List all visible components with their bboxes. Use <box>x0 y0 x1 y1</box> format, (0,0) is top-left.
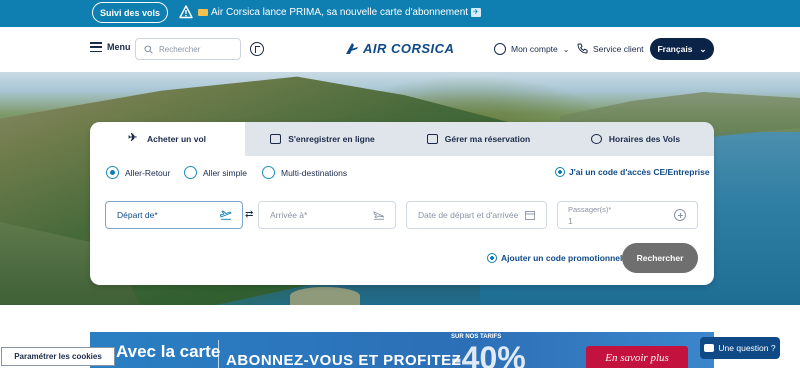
calendar-icon <box>525 211 535 220</box>
calendar-icon <box>426 134 438 144</box>
add-passenger-icon[interactable] <box>674 209 686 221</box>
logo-mark-icon <box>346 43 358 54</box>
access-code-link[interactable]: J'ai un code d'accès CE/Entreprise <box>555 167 710 177</box>
trip-round-trip[interactable]: Aller-Retour <box>106 166 170 179</box>
tab-flight-schedules[interactable]: Horaires des Vols <box>557 122 714 156</box>
promo-label: Ajouter un code promotionnel <box>501 253 623 263</box>
arrival-field[interactable]: Arrivée à* <box>258 201 396 229</box>
tab-label: Acheter un vol <box>146 134 207 144</box>
user-icon <box>494 43 506 55</box>
cookie-settings-button[interactable]: Paramétrer les cookies <box>1 347 115 366</box>
booking-panel: Acheter un vol S'enregistrer en ligne Gé… <box>90 122 714 285</box>
chat-icon <box>704 344 715 352</box>
search-placeholder: Rechercher <box>159 44 201 54</box>
banner-divider <box>218 340 219 368</box>
account-menu[interactable]: Mon compte ⌄ <box>494 43 569 55</box>
flight-tracking-button[interactable]: Suivi des vols <box>92 2 168 23</box>
warning-icon <box>179 5 193 19</box>
site-header: Menu Rechercher AIR CORSICA Mon compte ⌄… <box>0 27 800 72</box>
language-selector[interactable]: Français ⌄ <box>650 38 714 60</box>
announcement-text: Air Corsica lance PRIMA, sa nouvelle car… <box>211 7 469 18</box>
radio-icon <box>184 166 197 179</box>
banner-headline: ABONNEZ-VOUS ET PROFITEZ <box>226 352 462 368</box>
clock-icon <box>590 134 602 144</box>
booking-tabs: Acheter un vol S'enregistrer en ligne Gé… <box>90 122 714 156</box>
trip-one-way[interactable]: Aller simple <box>184 166 247 179</box>
banner-percent: -40% <box>451 340 526 368</box>
account-label: Mon compte <box>511 44 558 54</box>
card-icon <box>198 8 208 16</box>
tab-check-in[interactable]: S'enregistrer en ligne <box>245 122 400 156</box>
access-code-label: J'ai un code d'accès CE/Entreprise <box>569 167 710 177</box>
radio-icon <box>262 166 275 179</box>
departure-placeholder: Départ de* <box>117 210 158 220</box>
customer-service-link[interactable]: Service client <box>577 43 644 54</box>
arrival-placeholder: Arrivée à* <box>270 210 308 220</box>
passengers-value: 1 <box>568 216 573 226</box>
language-label: Français <box>657 44 693 54</box>
hero-rock <box>290 287 360 305</box>
tab-label: S'enregistrer en ligne <box>288 134 375 144</box>
phone-icon <box>577 43 588 54</box>
air-corsica-logo[interactable]: AIR CORSICA <box>345 41 454 56</box>
banner-text-left: Avec la carte <box>116 342 221 361</box>
tab-manage-booking[interactable]: Gérer ma réservation <box>400 122 557 156</box>
service-label: Service client <box>593 43 644 54</box>
question-label: Une question ? <box>718 343 776 353</box>
search-input[interactable]: Rechercher <box>135 38 241 60</box>
trip-multi-destination[interactable]: Multi-destinations <box>262 166 347 179</box>
menu-button[interactable]: Menu <box>90 42 131 52</box>
airplane-icon: ✈ <box>471 7 482 17</box>
chevron-down-icon: ⌄ <box>562 44 570 54</box>
tab-label: Horaires des Vols <box>608 134 681 144</box>
dates-field[interactable]: Date de départ et d'arrivée <box>406 201 547 229</box>
ticket-icon <box>270 134 282 144</box>
landing-icon <box>373 211 385 220</box>
radio-checked-icon <box>106 166 119 179</box>
plus-circle-icon <box>487 253 497 263</box>
learn-more-button[interactable]: En savoir plus <box>586 346 688 368</box>
announcement-bar: Suivi des vols Air Corsica lance PRIMA, … <box>0 0 800 27</box>
airplane-icon <box>128 131 140 144</box>
chevron-down-icon: ⌄ <box>699 43 707 54</box>
takeoff-icon <box>220 210 232 220</box>
promo-code-link[interactable]: Ajouter un code promotionnel <box>487 253 622 263</box>
tab-label: Gérer ma réservation <box>444 134 531 144</box>
hamburger-icon <box>90 42 102 52</box>
menu-label: Menu <box>107 42 131 52</box>
announcement-link[interactable]: Air Corsica lance PRIMA, sa nouvelle car… <box>198 7 482 18</box>
logo-text: AIR CORSICA <box>363 41 455 56</box>
trip-label: Multi-destinations <box>281 167 348 178</box>
tab-buy-flight[interactable]: Acheter un vol <box>90 122 245 156</box>
passengers-label: Passager(s)* <box>568 205 612 214</box>
trip-label: Aller simple <box>203 167 247 178</box>
search-icon <box>144 44 153 54</box>
search-flights-button[interactable]: Rechercher <box>622 243 698 273</box>
chat-question-button[interactable]: Une question ? <box>700 337 780 359</box>
dates-placeholder: Date de départ et d'arrivée <box>418 210 519 220</box>
departure-field[interactable]: Départ de* <box>105 201 243 229</box>
trip-label: Aller-Retour <box>125 167 171 178</box>
swap-icon[interactable]: ⇄ <box>245 209 253 220</box>
plus-circle-icon <box>555 167 565 177</box>
promo-banner[interactable]: Avec la carte ABONNEZ-VOUS ET PROFITEZ S… <box>90 332 714 368</box>
accessibility-icon[interactable] <box>250 42 264 56</box>
